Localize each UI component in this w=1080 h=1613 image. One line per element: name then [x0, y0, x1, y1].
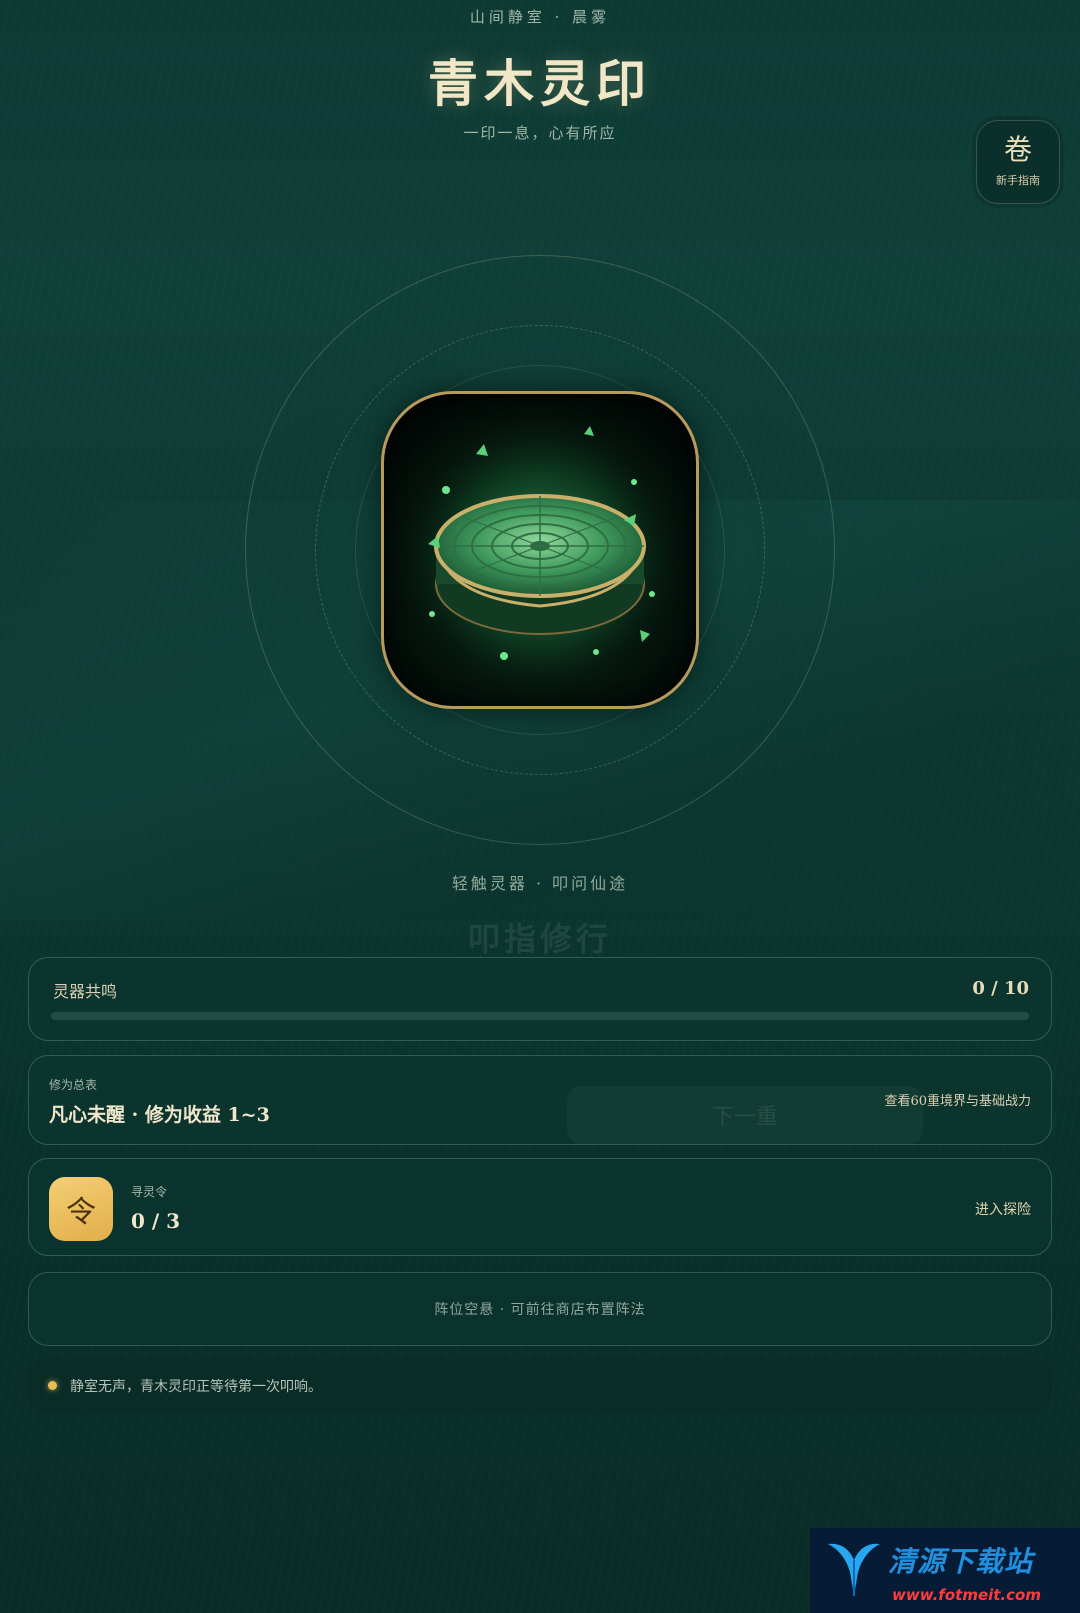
token-count: 0 / 3	[131, 1209, 181, 1233]
tagline: 一印一息，心有所应	[463, 124, 617, 142]
location-subtitle: 山间静室 · 晨雾	[469, 8, 611, 26]
tap-instruction: 轻触灵器 · 叩问仙途	[451, 874, 629, 893]
guide-button[interactable]: 卷 新手指南	[976, 120, 1060, 204]
formation-card[interactable]: 阵位空悬 · 可前往商店布置阵法	[28, 1272, 1052, 1346]
next-stage-button: 下一重	[567, 1086, 923, 1144]
artifact-button[interactable]	[381, 391, 699, 709]
site-watermark: 清源下载站 www.fotmeit.com	[810, 1528, 1080, 1613]
status-bar: 静室无声，青木灵印正等待第一次叩响。	[28, 1358, 1052, 1414]
formation-text: 阵位空悬 · 可前往商店布置阵法	[434, 1302, 646, 1318]
resonance-progress-bar	[51, 1012, 1029, 1020]
token-icon: 令	[49, 1177, 113, 1241]
status-dot-icon	[48, 1381, 57, 1390]
enter-exploration-link[interactable]: 进入探险	[975, 1199, 1031, 1219]
resonance-card: 灵器共鸣 0 / 10	[28, 957, 1052, 1041]
token-caption: 寻灵令	[131, 1185, 168, 1199]
watermark-url: www.fotmeit.com	[892, 1586, 1041, 1604]
status-text: 静室无声，青木灵印正等待第一次叩响。	[70, 1379, 322, 1395]
resonance-label: 灵器共鸣	[53, 982, 118, 1001]
scroll-icon: 卷	[1003, 133, 1032, 166]
watermark-name: 清源下载站	[888, 1545, 1034, 1578]
bird-logo-icon	[828, 1543, 880, 1596]
token-card: 令 寻灵令 0 / 3 进入探险	[28, 1158, 1052, 1256]
cultivation-card: 修为总表 凡心未醒 · 修为收益 1~3 下一重 查看60重境界与基础战力	[28, 1055, 1052, 1145]
cultivation-caption: 修为总表	[49, 1078, 98, 1092]
page-title: 青木灵印	[428, 54, 652, 113]
jade-seal-icon	[390, 404, 690, 704]
guide-label: 新手指南	[996, 174, 1040, 187]
cultivation-value: 凡心未醒 · 修为收益 1~3	[49, 1104, 270, 1126]
realm-list-link[interactable]: 查看60重境界与基础战力	[884, 1090, 1031, 1109]
resonance-count: 0 / 10	[972, 978, 1029, 999]
faded-section-title: 叩指修行	[467, 920, 612, 958]
